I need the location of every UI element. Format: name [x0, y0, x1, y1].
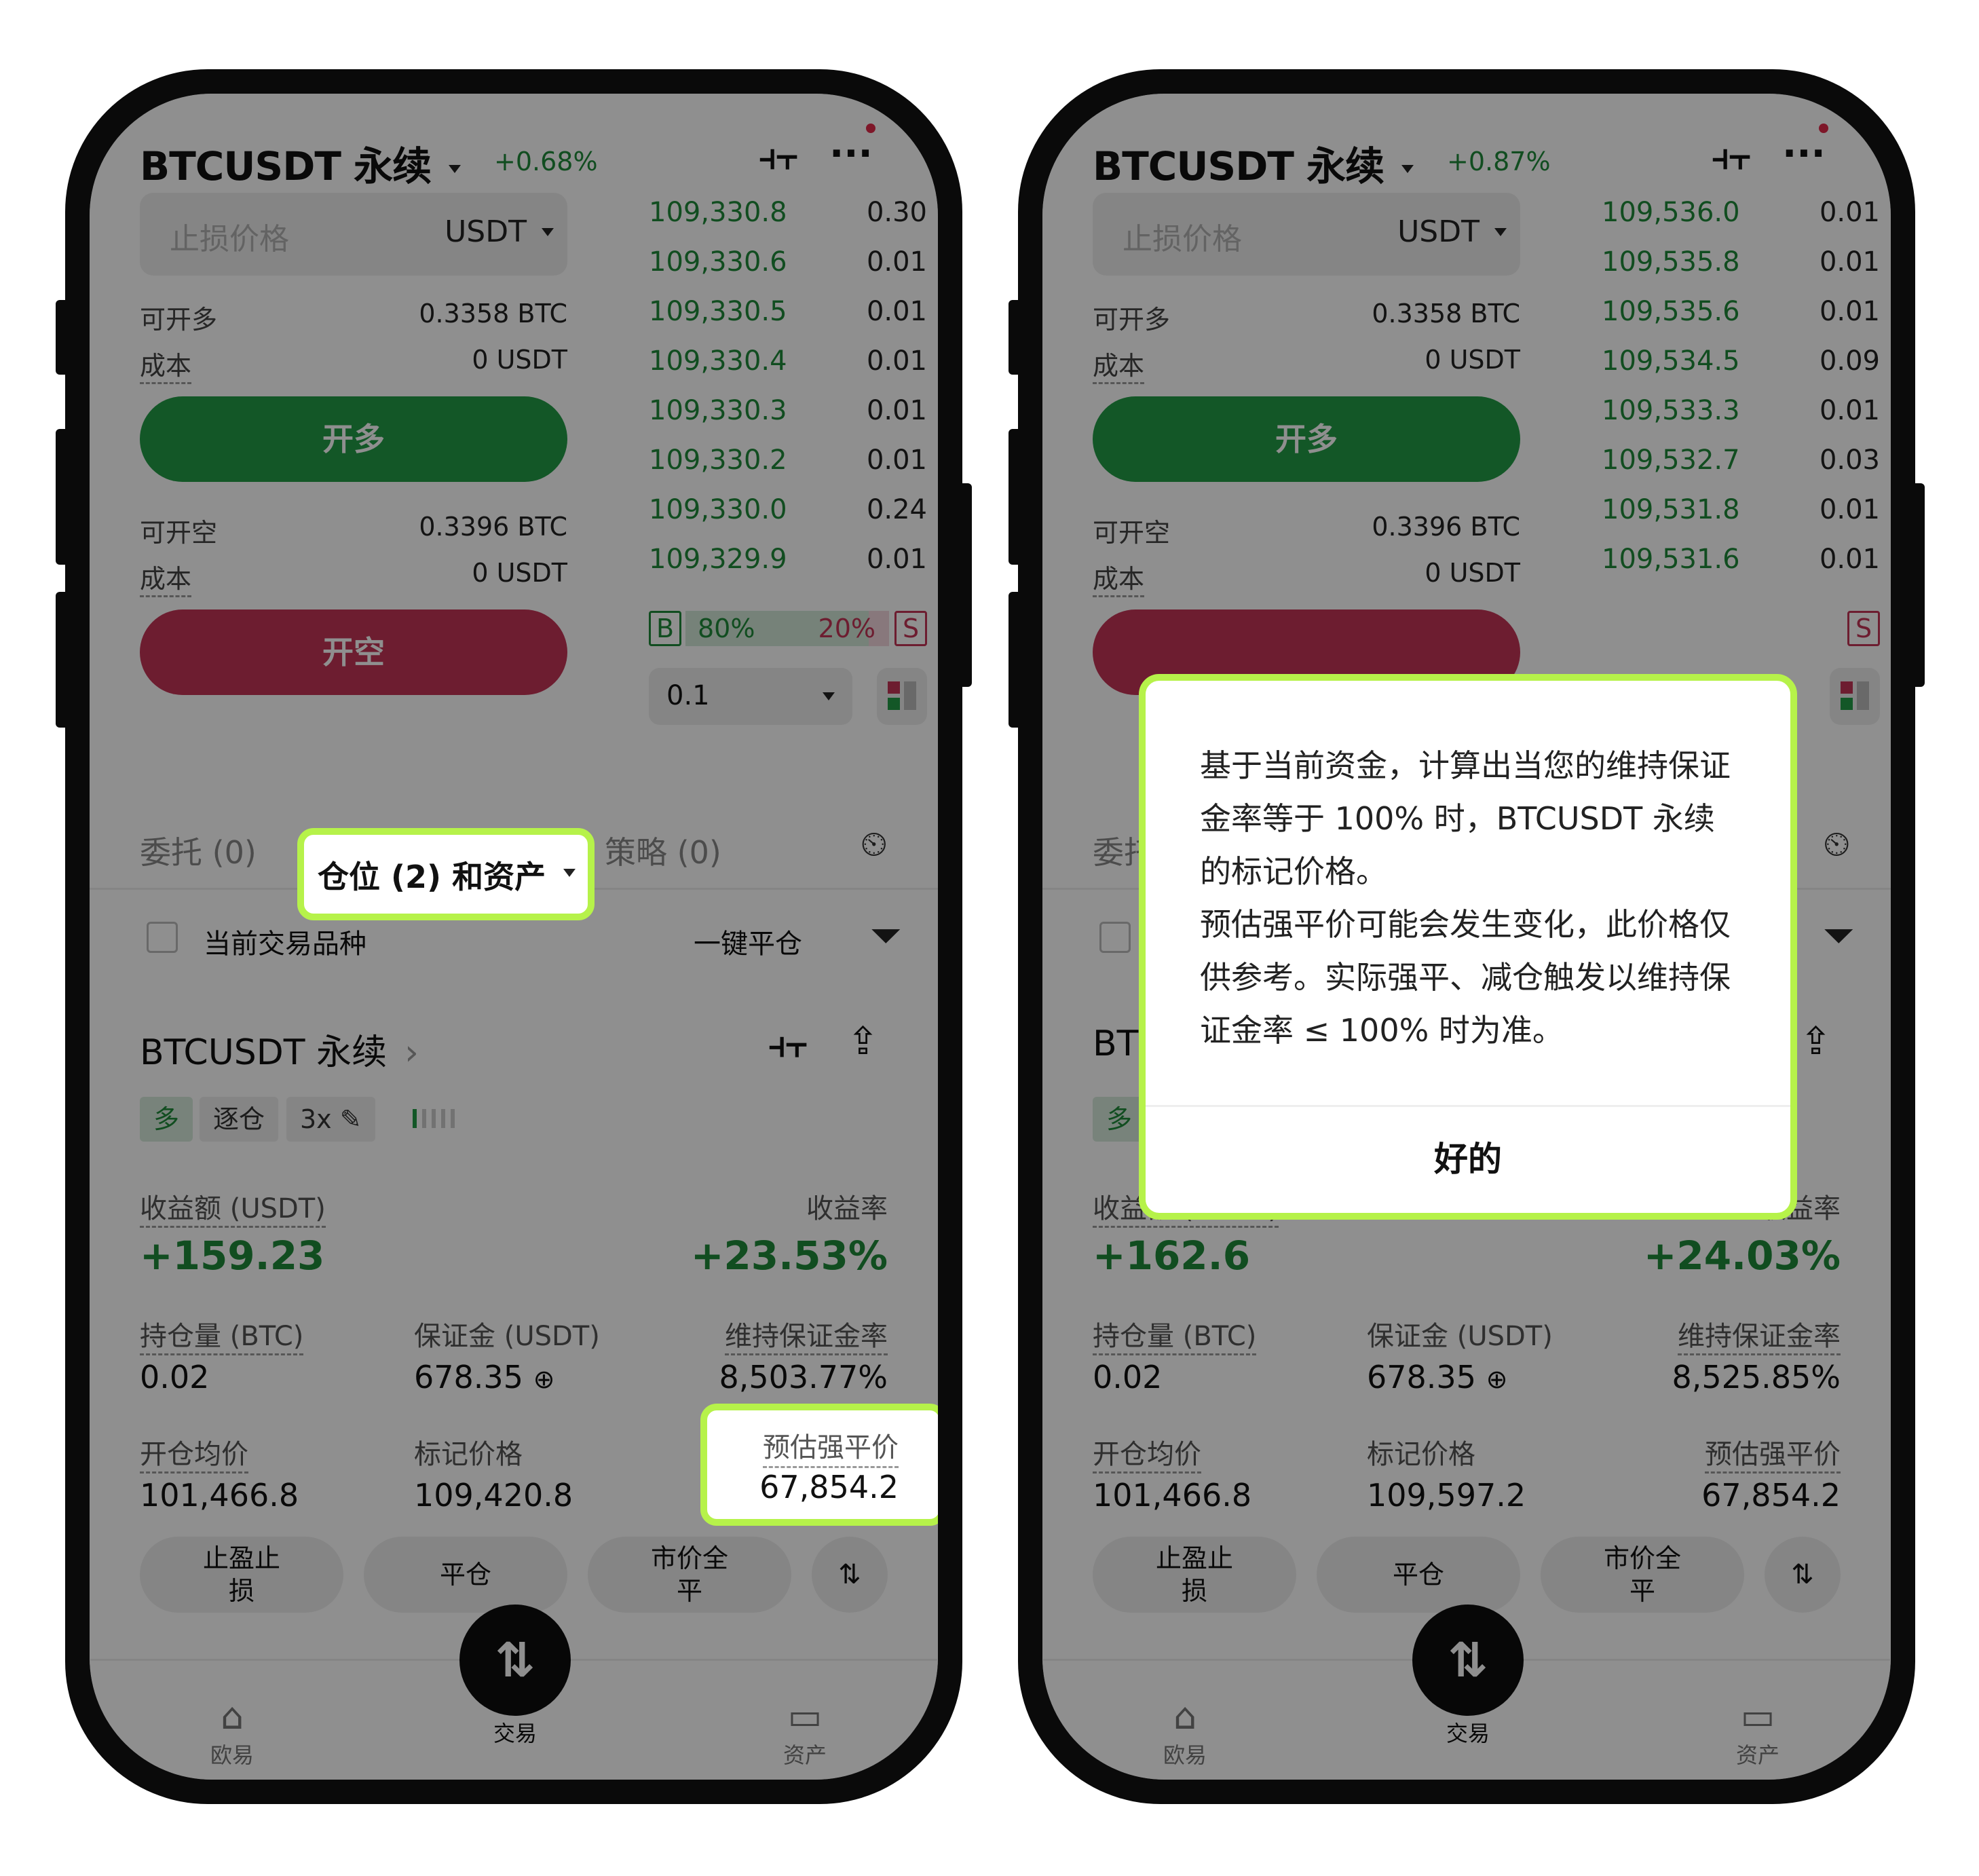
side-button — [1009, 429, 1022, 565]
side-button — [56, 429, 69, 565]
liq-label: 预估强平价 — [763, 1425, 899, 1468]
side-button — [1911, 483, 1925, 687]
side-button — [56, 592, 69, 728]
screen: BTCUSDT 永续 +0.87% ⫞⫟ ··· 止损价格 USDT 可开多 0… — [1042, 94, 1891, 1780]
liquidation-info-modal: 基于当前资金，计算出当您的维持保证金率等于 100% 时，BTCUSDT 永续 … — [1139, 674, 1797, 1220]
tab-positions-label: 仓位 (2) 和资产 — [318, 859, 546, 895]
liq-value: 67,854.2 — [759, 1469, 899, 1505]
side-button — [958, 483, 972, 687]
phone-right: BTCUSDT 永续 +0.87% ⫞⫟ ··· 止损价格 USDT 可开多 0… — [1009, 69, 1925, 1804]
side-button — [56, 300, 69, 375]
caret-down-icon — [563, 869, 576, 877]
screen: BTCUSDT 永续 +0.68% ⫞⫟ ··· 止损价格 USDT 可开多 0… — [90, 94, 938, 1780]
modal-text: 基于当前资金，计算出当您的维持保证金率等于 100% 时，BTCUSDT 永续 … — [1200, 747, 1731, 1049]
dim-overlay — [90, 94, 938, 1780]
side-button — [1009, 300, 1022, 375]
tab-positions-highlight[interactable]: 仓位 (2) 和资产 — [297, 828, 595, 920]
side-button — [1009, 592, 1022, 728]
phone-left: BTCUSDT 永续 +0.68% ⫞⫟ ··· 止损价格 USDT 可开多 0… — [56, 69, 972, 1804]
liquidation-price-highlight[interactable]: 预估强平价 67,854.2 — [700, 1404, 938, 1526]
ok-button[interactable]: 好的 — [1146, 1105, 1790, 1214]
